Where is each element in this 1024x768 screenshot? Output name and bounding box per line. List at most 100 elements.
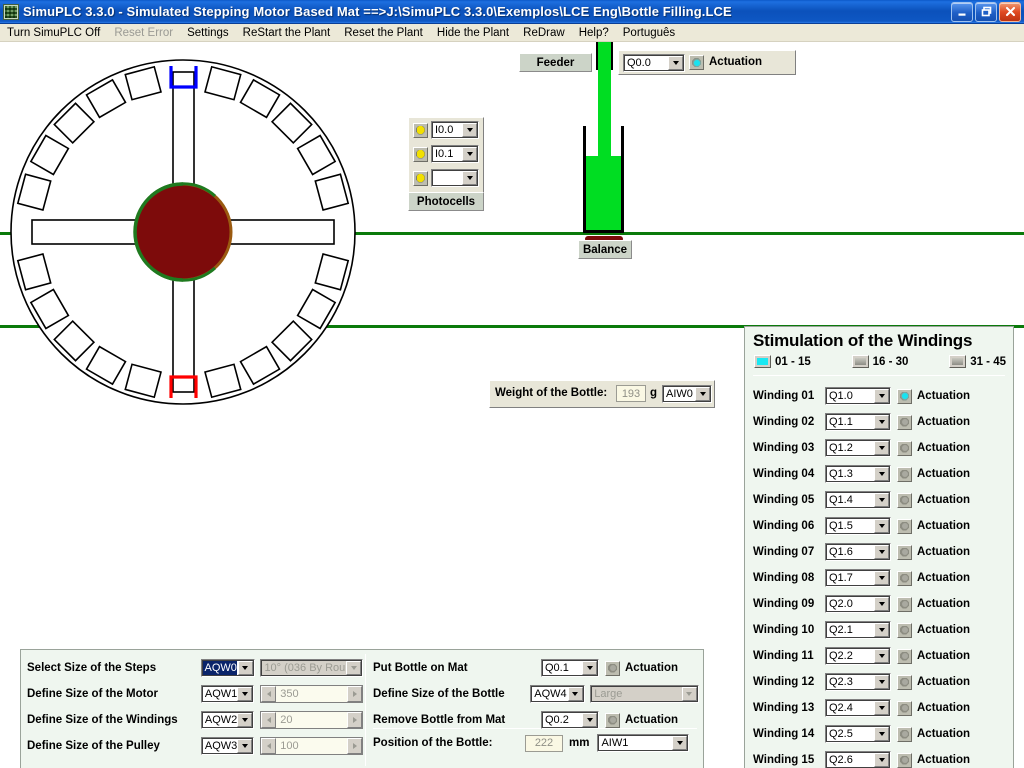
chevron-down-icon[interactable] <box>567 687 583 701</box>
winding-tag-combo[interactable]: Q1.0 <box>825 387 891 405</box>
winding-tag-combo[interactable]: Q2.1 <box>825 621 891 639</box>
chevron-down-icon[interactable] <box>237 661 253 675</box>
size-spin[interactable]: 350 <box>260 685 363 703</box>
chevron-down-icon[interactable] <box>695 387 710 401</box>
photocell-tag-combo-1[interactable]: I0.0 <box>431 121 479 139</box>
chevron-down-icon[interactable] <box>874 415 889 429</box>
bottom-left-row-label: Define Size of the Pulley <box>27 740 160 752</box>
winding-tag-combo-value: Q1.4 <box>829 494 853 506</box>
winding-tag-combo[interactable]: Q2.5 <box>825 725 891 743</box>
chevron-down-icon[interactable] <box>874 597 889 611</box>
title-bar: SimuPLC 3.3.0 - Simulated Stepping Motor… <box>0 0 1024 24</box>
spin-decrement-button[interactable] <box>261 686 277 702</box>
windings-tabs: 01 - 15 16 - 30 31 - 45 <box>754 355 1006 368</box>
winding-tag-combo[interactable]: Q1.7 <box>825 569 891 587</box>
window-chip-icon <box>851 355 869 368</box>
winding-tag-combo[interactable]: Q1.4 <box>825 491 891 509</box>
chevron-down-icon[interactable] <box>874 545 889 559</box>
spin-increment-button[interactable] <box>347 712 362 728</box>
winding-tag-combo-value: Q1.6 <box>829 546 853 558</box>
menu-item-redraw[interactable]: ReDraw <box>516 26 572 40</box>
weight-tag-combo[interactable]: AIW0 <box>662 385 712 403</box>
chevron-down-icon[interactable] <box>462 147 477 161</box>
chevron-down-icon[interactable] <box>874 389 889 403</box>
winding-tag-combo[interactable]: Q1.1 <box>825 413 891 431</box>
menu-item-portugues[interactable]: Português <box>616 26 682 40</box>
bottom-right-tag-combo[interactable]: AQW4 <box>530 685 585 703</box>
chevron-down-icon[interactable] <box>874 571 889 585</box>
spin-decrement-button[interactable] <box>261 712 277 728</box>
size-spin[interactable]: 100 <box>260 737 363 755</box>
bottom-right-tag-combo[interactable]: Q0.2 <box>541 711 599 729</box>
chevron-down-icon[interactable] <box>237 713 253 727</box>
menu-item-settings[interactable]: Settings <box>180 26 236 40</box>
chevron-down-icon[interactable] <box>237 739 253 753</box>
spin-increment-button[interactable] <box>347 686 362 702</box>
chevron-down-icon[interactable] <box>874 727 889 741</box>
winding-name: Winding 12 <box>753 676 815 688</box>
winding-tag-combo[interactable]: Q2.2 <box>825 647 891 665</box>
spin-increment-button[interactable] <box>347 738 362 754</box>
chevron-down-icon[interactable] <box>874 649 889 663</box>
chevron-down-icon[interactable] <box>237 687 253 701</box>
maximize-button[interactable] <box>975 1 997 22</box>
window-controls <box>951 1 1021 22</box>
chevron-down-icon[interactable] <box>874 753 889 767</box>
winding-actuation-led <box>897 466 912 482</box>
chevron-down-icon[interactable] <box>874 701 889 715</box>
bottom-left-tag-combo[interactable]: AQW2 <box>200 711 255 729</box>
chevron-down-icon[interactable] <box>672 736 688 750</box>
photocell-tag-combo-2[interactable]: I0.1 <box>431 145 479 163</box>
tab-windings-31-45[interactable]: 31 - 45 <box>949 355 1006 368</box>
minimize-button[interactable] <box>951 1 973 22</box>
winding-actuation-led <box>897 440 912 456</box>
chevron-down-icon[interactable] <box>874 623 889 637</box>
menu-item-help[interactable]: Help? <box>572 26 616 40</box>
chevron-down-icon[interactable] <box>874 519 889 533</box>
bottom-left-tag-combo[interactable]: AQW1 <box>200 685 255 703</box>
spin-decrement-button[interactable] <box>261 738 277 754</box>
chevron-down-icon[interactable] <box>874 675 889 689</box>
chevron-down-icon[interactable] <box>462 123 477 137</box>
table-row: Winding 11 Q2.2 Actuation <box>753 643 1007 669</box>
chevron-down-icon[interactable] <box>874 493 889 507</box>
menu-item-reset-the-plant[interactable]: Reset the Plant <box>337 26 430 40</box>
winding-tag-combo[interactable]: Q1.2 <box>825 439 891 457</box>
table-row: Put Bottle on Mat Q0.1 Actuation <box>373 655 699 681</box>
chevron-down-icon[interactable] <box>582 661 597 675</box>
winding-actuation-led <box>897 622 912 638</box>
bottom-right-tag-combo[interactable]: Q0.1 <box>541 659 599 677</box>
winding-tag-combo[interactable]: Q2.0 <box>825 595 891 613</box>
chevron-down-icon[interactable] <box>462 171 477 185</box>
chevron-down-icon[interactable] <box>582 713 597 727</box>
tab-windings-01-15[interactable]: 01 - 15 <box>754 355 811 368</box>
photocell-tag-combo-3[interactable] <box>431 169 479 187</box>
winding-tag-combo-value: Q1.5 <box>829 520 853 532</box>
bottle-position-tag-combo[interactable]: AIW1 <box>597 734 690 752</box>
chevron-down-icon[interactable] <box>874 467 889 481</box>
chevron-down-icon[interactable] <box>874 441 889 455</box>
winding-tag-combo[interactable]: Q2.4 <box>825 699 891 717</box>
menu-item-turn-simuplc-off[interactable]: Turn SimuPLC Off <box>0 26 107 40</box>
winding-tag-combo[interactable]: Q2.6 <box>825 751 891 768</box>
winding-tag-combo[interactable]: Q1.5 <box>825 517 891 535</box>
winding-actuation-led <box>897 648 912 664</box>
close-button[interactable] <box>999 1 1021 22</box>
table-row: Winding 13 Q2.4 Actuation <box>753 695 1007 721</box>
menu-item-hide-the-plant[interactable]: Hide the Plant <box>430 26 516 40</box>
winding-actuation-label: Actuation <box>917 676 971 688</box>
winding-tag-combo[interactable]: Q2.3 <box>825 673 891 691</box>
winding-tag-combo[interactable]: Q1.3 <box>825 465 891 483</box>
tab-windings-16-30[interactable]: 16 - 30 <box>851 355 908 368</box>
chevron-down-icon[interactable] <box>668 56 683 70</box>
menu-item-restart-the-plant[interactable]: ReStart the Plant <box>236 26 338 40</box>
feeder-valve-combo[interactable]: Q0.0 <box>623 54 685 72</box>
size-spin[interactable]: 20 <box>260 711 363 729</box>
winding-tag-combo[interactable]: Q1.6 <box>825 543 891 561</box>
bottom-left-tag-combo[interactable]: AQW0 <box>200 659 255 677</box>
winding-actuation-led <box>897 674 912 690</box>
bottom-left-tag-combo[interactable]: AQW3 <box>200 737 255 755</box>
menu-bar: Turn SimuPLC Off Reset Error Settings Re… <box>0 24 1024 42</box>
winding-actuation-label: Actuation <box>917 728 971 740</box>
photocell-led-2 <box>413 146 428 162</box>
